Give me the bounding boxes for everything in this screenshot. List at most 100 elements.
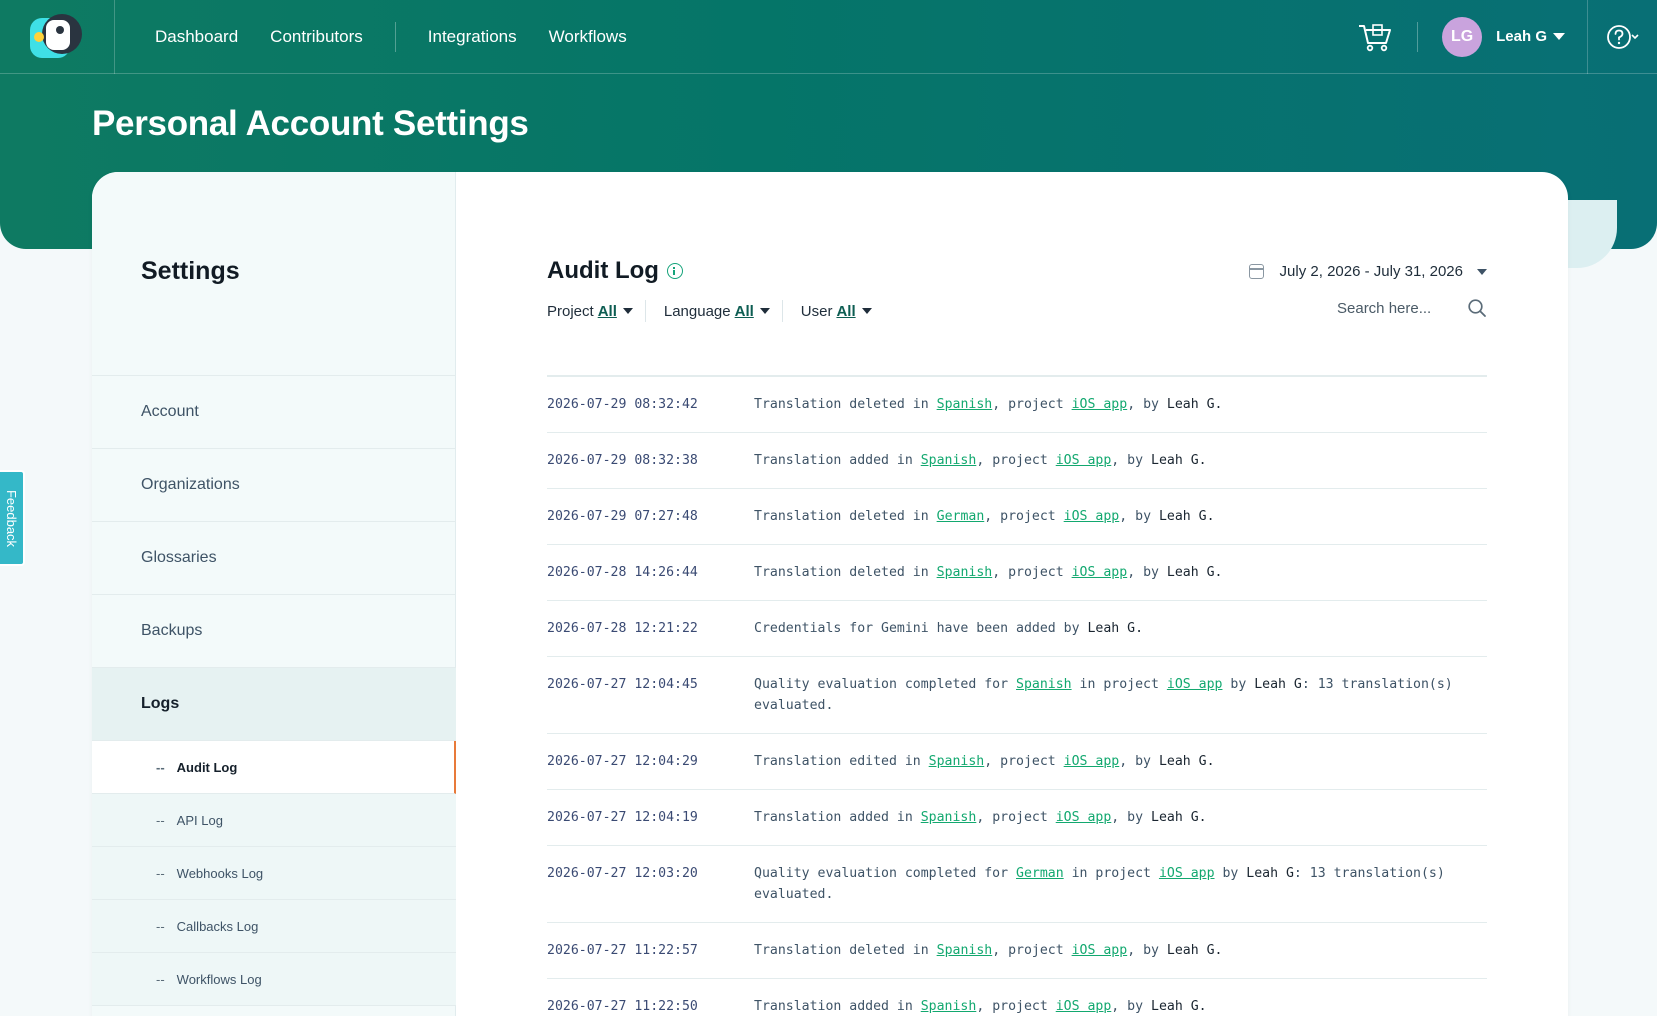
log-link[interactable]: German [937, 509, 985, 524]
log-user: Leah G [1254, 677, 1302, 692]
main-nav: Dashboard Contributors Integrations Work… [115, 0, 659, 74]
log-link[interactable]: iOS app [1167, 677, 1223, 692]
nav-workflows[interactable]: Workflows [549, 27, 627, 47]
audit-log-list: 2026-07-29 08:32:42 Translation deleted i… [547, 375, 1487, 1016]
top-navigation-bar: Dashboard Contributors Integrations Work… [0, 0, 1657, 74]
log-link[interactable]: iOS app [1056, 453, 1112, 468]
user-name[interactable]: Leah G [1496, 28, 1547, 45]
cart-icon[interactable] [1357, 21, 1393, 53]
log-link[interactable]: iOS app [1072, 397, 1128, 412]
log-text: Translation deleted in [754, 565, 937, 580]
filter-user[interactable]: User All [801, 300, 884, 322]
header-right-area: LG Leah G [1357, 0, 1657, 74]
sidebar-item-organizations[interactable]: Organizations [92, 449, 456, 522]
log-text: Translation deleted in [754, 509, 937, 524]
filter-value[interactable]: All [836, 303, 855, 320]
log-text: , project [976, 810, 1056, 825]
log-text: Quality evaluation completed for [754, 866, 1017, 881]
log-link[interactable]: Spanish [921, 453, 977, 468]
sidebar-menu: Account Organizations Glossaries Backups… [92, 375, 456, 1006]
log-text: , project [992, 943, 1072, 958]
sidebar-item-logs[interactable]: Logs [92, 668, 456, 741]
sidebar-subitem-workflows-log[interactable]: -- Workflows Log [92, 953, 456, 1006]
date-range-value: July 2, 2026 - July 31, 2026 [1279, 263, 1463, 280]
log-row: 2026-07-28 12:21:22 Credentials for Gemin… [547, 601, 1487, 657]
info-icon[interactable] [666, 263, 683, 279]
log-message: Translation deleted in Spanish, project … [754, 562, 1487, 583]
log-link[interactable]: iOS app [1159, 866, 1215, 881]
log-link[interactable]: iOS app [1064, 754, 1120, 769]
settings-sidebar: Settings Account Organizations Glossarie… [92, 172, 456, 1016]
filter-value[interactable]: All [598, 303, 617, 320]
log-user: Leah G. [1151, 810, 1207, 825]
log-timestamp: 2026-07-28 12:21:22 [547, 621, 698, 636]
log-message: Quality evaluation completed for German … [754, 863, 1487, 905]
chevron-down-icon [861, 308, 872, 314]
log-link[interactable]: Spanish [937, 565, 993, 580]
filter-language[interactable]: Language All [664, 300, 783, 322]
app-logo-icon[interactable] [28, 13, 86, 60]
log-row: 2026-07-29 08:32:42 Translation deleted i… [547, 377, 1487, 433]
log-text: , by [1111, 453, 1151, 468]
search-input[interactable] [1337, 299, 1467, 317]
log-text: in project [1071, 677, 1167, 692]
logo-cell[interactable] [0, 0, 115, 74]
log-link[interactable]: iOS app [1072, 565, 1128, 580]
user-menu-chevron-down-icon[interactable] [1553, 33, 1565, 40]
sidebar-item-backups[interactable]: Backups [92, 595, 456, 668]
log-timestamp: 2026-07-29 07:27:48 [547, 509, 698, 524]
log-link[interactable]: Spanish [921, 810, 977, 825]
sidebar-item-account[interactable]: Account [92, 376, 456, 449]
log-user: Leah G. [1151, 453, 1207, 468]
log-user: Leah G. [1087, 621, 1144, 636]
date-range-picker[interactable]: July 2, 2026 - July 31, 2026 [1248, 263, 1487, 280]
nav-dashboard[interactable]: Dashboard [155, 27, 238, 47]
page-title: Personal Account Settings [92, 104, 529, 143]
search-icon[interactable] [1467, 298, 1487, 318]
log-text: , by [1111, 999, 1151, 1014]
subitem-label: Audit Log [176, 759, 238, 775]
subitem-dash: -- [156, 865, 165, 881]
feedback-label: Feedback [4, 489, 19, 547]
subitem-dash: -- [156, 759, 165, 775]
log-timestamp: 2026-07-27 12:04:29 [547, 754, 698, 769]
subitem-dash: -- [156, 812, 165, 828]
log-link[interactable]: Spanish [929, 754, 985, 769]
log-text: Translation deleted in [754, 943, 937, 958]
subitem-label: Callbacks Log [176, 918, 259, 934]
nav-integrations[interactable]: Integrations [428, 27, 517, 47]
log-text: , by [1119, 509, 1159, 524]
log-link[interactable]: Spanish [937, 397, 993, 412]
help-menu[interactable] [1587, 0, 1657, 74]
sidebar-item-glossaries[interactable]: Glossaries [92, 522, 456, 595]
feedback-tab[interactable]: Feedback [0, 470, 25, 566]
audit-log-panel: Audit Log July 2, 2026 - July 31, 2026 P… [547, 172, 1487, 1016]
log-text: , by [1111, 810, 1151, 825]
log-row: 2026-07-27 12:04:45 Quality evaluation co… [547, 657, 1487, 734]
sidebar-subitem-api-log[interactable]: -- API Log [92, 794, 456, 847]
sidebar-subitem-webhooks-log[interactable]: -- Webhooks Log [92, 847, 456, 900]
sidebar-subitem-audit-log[interactable]: -- Audit Log [92, 741, 456, 794]
filter-value[interactable]: All [735, 303, 754, 320]
log-link[interactable]: Spanish [921, 999, 977, 1014]
log-link[interactable]: iOS app [1056, 999, 1112, 1014]
log-text: by [1222, 677, 1255, 692]
log-link[interactable]: iOS app [1056, 810, 1112, 825]
header-divider [1417, 21, 1419, 52]
subitem-label: Workflows Log [176, 971, 262, 987]
log-link[interactable]: Spanish [1016, 677, 1072, 692]
help-question-icon [1606, 24, 1639, 49]
subitem-label: Webhooks Log [176, 865, 264, 881]
user-avatar[interactable]: LG [1442, 16, 1483, 57]
nav-contributors[interactable]: Contributors [270, 27, 363, 47]
sidebar-subitem-callbacks-log[interactable]: -- Callbacks Log [92, 900, 456, 953]
filter-project[interactable]: Project All [547, 300, 646, 322]
log-row: 2026-07-27 11:22:57 Translation deleted i… [547, 923, 1487, 979]
log-message: Credentials for Gemini have been added b… [754, 618, 1487, 639]
log-link[interactable]: iOS app [1072, 943, 1128, 958]
log-link[interactable]: iOS app [1064, 509, 1120, 524]
log-link[interactable]: German [1016, 866, 1064, 881]
log-link[interactable]: Spanish [937, 943, 993, 958]
log-timestamp: 2026-07-29 08:32:38 [547, 453, 698, 468]
log-row: 2026-07-27 12:03:20 Quality evaluation co… [547, 846, 1487, 923]
